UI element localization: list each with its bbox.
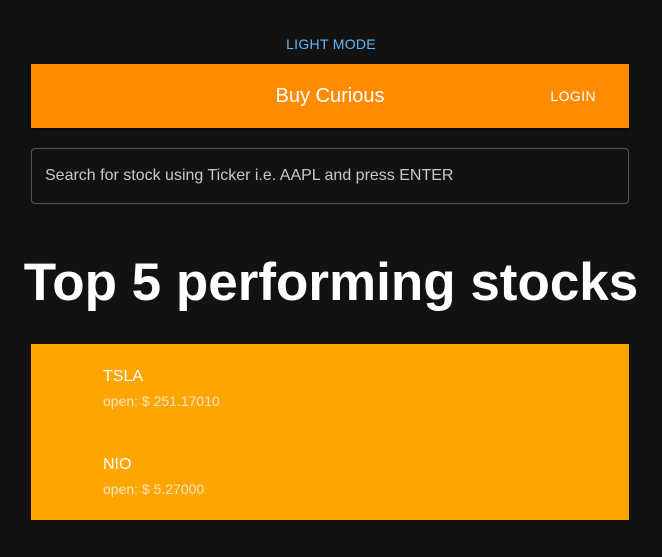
- stock-symbol: NIO: [103, 456, 132, 473]
- stock-open-price: open: $ 251.17010: [103, 393, 220, 409]
- stock-item-nio[interactable]: NIO open: $ 5.27000: [31, 432, 629, 520]
- login-button[interactable]: LOGIN: [550, 81, 596, 111]
- page-title: Top 5 performing stocks: [23, 253, 639, 312]
- stock-list: TSLA open: $ 251.17010 NIO open: $ 5.270…: [31, 344, 629, 520]
- stock-item-tsla[interactable]: TSLA open: $ 251.17010: [31, 344, 629, 432]
- app-title: Buy Curious: [275, 85, 385, 107]
- stock-open-price: open: $ 5.27000: [103, 481, 205, 497]
- page: LIGHT MODE Buy Curious LOGIN Top 5 perfo…: [0, 0, 662, 557]
- app-bar: Buy Curious LOGIN: [31, 64, 629, 128]
- stock-symbol: TSLA: [103, 368, 144, 385]
- search-box: [31, 148, 629, 204]
- search-input[interactable]: [32, 149, 628, 203]
- light-mode-toggle[interactable]: LIGHT MODE: [0, 36, 662, 52]
